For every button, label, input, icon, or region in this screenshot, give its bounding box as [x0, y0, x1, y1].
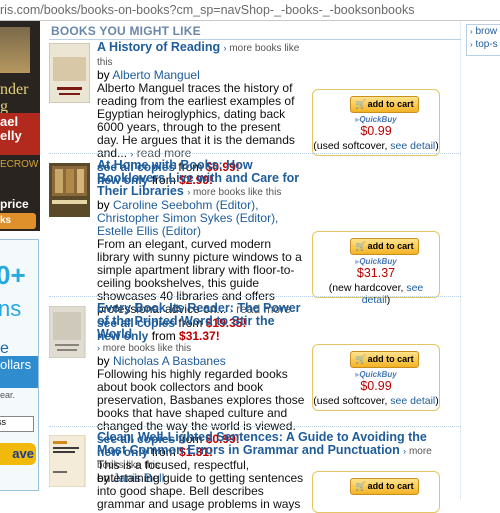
book-description: Alberto Manguel traces the history of re…	[97, 81, 295, 160]
chevron-right-icon: ›	[470, 27, 473, 36]
section-title: BOOKS YOU MIGHT LIKE	[51, 24, 201, 38]
book-cover-image[interactable]	[49, 306, 90, 358]
ad-photo	[0, 27, 30, 73]
book-cover-image[interactable]	[49, 435, 90, 487]
quickbuy-box: 🛒add to cart ▸QuickBuy $0.99 (used softc…	[312, 89, 440, 156]
ad-dollars-block: ollars	[0, 356, 38, 388]
book-title-link[interactable]: A History of Reading	[97, 40, 220, 54]
item-separator	[49, 153, 461, 154]
condition-text: (used softcover, see detail)	[313, 140, 439, 152]
cart-icon: 🛒	[355, 354, 367, 364]
add-to-cart-button[interactable]: 🛒add to cart	[350, 238, 419, 255]
book-title-link[interactable]: Clean, Well-Lighted Sentences: A Guide t…	[97, 430, 427, 457]
left-ad-column: nderg ael elly ECROW price ks 0+ ns e ol…	[0, 21, 44, 500]
cart-icon: 🛒	[355, 99, 367, 109]
quickbuy-box: 🛒add to cart ▸QuickBuy $0.99 (used softc…	[312, 344, 440, 411]
book-description: Following his highly regarded books abou…	[97, 367, 305, 433]
book-title-link[interactable]: Every Book Its Reader: The Power of the …	[97, 301, 301, 341]
ad-big-number: 0+	[0, 260, 26, 290]
chevron-right-icon: ›	[187, 187, 191, 197]
buy-price: $0.99	[360, 124, 392, 138]
ad-red-block: ael elly	[0, 113, 40, 155]
book-cover-image[interactable]	[49, 163, 90, 217]
ad-price-text: price	[0, 197, 29, 211]
book-ad-banner[interactable]: nder g ael elly ECROW price ks	[0, 21, 40, 231]
author-link[interactable]: Caroline Seebohm (Editor), Christopher S…	[97, 198, 278, 238]
add-to-cart-button[interactable]: 🛒add to cart	[350, 478, 419, 495]
book-cover-image[interactable]	[49, 43, 90, 103]
ad-ns-text: ns	[0, 296, 22, 321]
by-label: by	[97, 354, 110, 368]
by-label: by	[97, 68, 110, 82]
quickbuy-label: ▸QuickBuy	[355, 370, 397, 379]
right-link-browse[interactable]: › brow	[467, 25, 500, 38]
save-ad-banner[interactable]: 0+ ns e ollars ear. ss ave	[0, 239, 39, 491]
chevron-right-icon: ›	[223, 43, 227, 53]
book-description: This is a focused, respectful, entertain…	[97, 458, 304, 511]
cart-icon: 🛒	[355, 241, 367, 251]
ad-email-input[interactable]: ss	[0, 416, 34, 432]
ad-button[interactable]: ks	[0, 213, 36, 229]
item-separator	[49, 296, 461, 297]
quickbuy-label: ▸QuickBuy	[355, 257, 397, 266]
recommendations-panel: BOOKS YOU MIGHT LIKE A History of Readin…	[49, 21, 461, 513]
cart-icon: 🛒	[355, 481, 367, 491]
chevron-right-icon: ›	[97, 343, 100, 353]
quickbuy-label: ▸QuickBuy	[355, 115, 397, 124]
condition-text: (new hardcover, see detail)	[328, 282, 424, 306]
address-bar[interactable]: ris.com/books/books-on-books?cm_sp=navSh…	[0, 0, 500, 21]
right-links-box: › brow › top-s	[466, 24, 500, 56]
ad-subtext: ECROW	[0, 159, 39, 170]
item-separator	[49, 426, 461, 427]
chevron-right-icon: ›	[470, 40, 473, 49]
right-link-top[interactable]: › top-s	[467, 38, 500, 51]
url-text[interactable]: ris.com/books/books-on-books?cm_sp=navSh…	[0, 3, 414, 17]
right-sidebar: › brow › top-s	[466, 21, 500, 500]
chevron-right-icon: ›	[403, 446, 407, 456]
see-detail-link[interactable]: see detail	[390, 140, 435, 152]
ad-save-button[interactable]: ave	[0, 443, 36, 465]
add-to-cart-button[interactable]: 🛒add to cart	[350, 96, 419, 113]
more-books-link[interactable]: › more books like this	[187, 187, 281, 198]
condition-text: (used softcover, see detail)	[313, 395, 439, 407]
quickbuy-box: 🛒add to cart	[312, 471, 440, 513]
quickbuy-box: 🛒add to cart ▸QuickBuy $31.37 (new hardc…	[312, 231, 440, 306]
by-label: by	[97, 198, 110, 212]
more-books-link[interactable]: › more books like this	[97, 343, 191, 354]
see-detail-link[interactable]: see detail	[390, 395, 435, 407]
ad-ear-text: ear.	[0, 390, 16, 400]
add-to-cart-button[interactable]: 🛒add to cart	[350, 351, 419, 368]
buy-price: $31.37	[356, 266, 396, 280]
section-header: BOOKS YOU MIGHT LIKE	[49, 21, 461, 40]
ad-title: nder g	[0, 81, 29, 115]
book-description-block: This is a focused, respectful, entertain…	[97, 459, 305, 511]
author-link[interactable]: Alberto Manguel	[112, 68, 199, 82]
author-link[interactable]: Nicholas A Basbanes	[113, 354, 226, 368]
buy-price: $0.99	[360, 379, 392, 393]
